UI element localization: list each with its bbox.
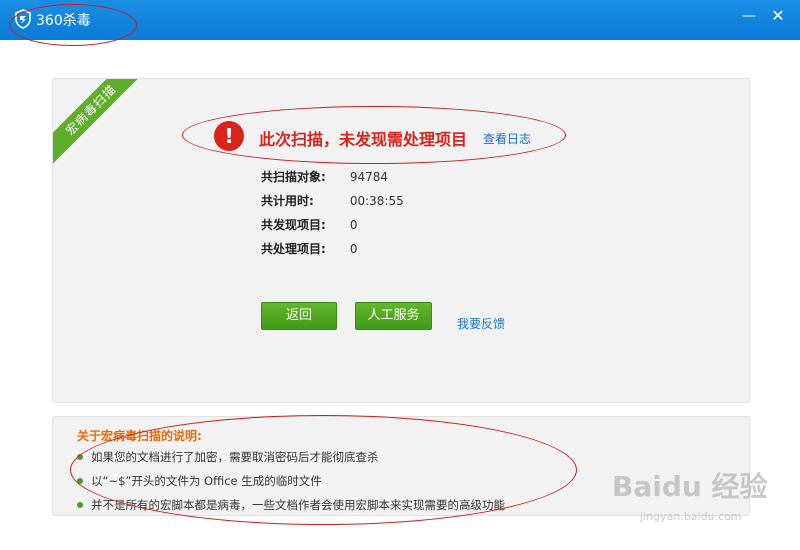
stat-label: 共处理项目: [261, 242, 326, 256]
manual-service-button[interactable]: 人工服务 [355, 302, 432, 330]
green-bullet-icon [77, 477, 83, 484]
info-item-text: 并不是所有的宏脚本都是病毒，一些文档作者会使用宏脚本来实现需要的高级功能 [91, 498, 505, 512]
info-item-text: 如果您的文档进行了加密，需要取消密码后才能彻底查杀 [91, 450, 379, 464]
baidu-watermark-url: jingyan.baidu.com [640, 510, 742, 523]
minimize-icon[interactable]: — [740, 7, 758, 25]
stat-value: 0 [349, 218, 358, 232]
scan-result-panel: 宏病毒扫描 ! 此次扫描，未发现需处理项目 查看日志 共扫描对象: 94784 … [52, 78, 750, 403]
stat-row-found: 共发现项目: 0 [261, 216, 357, 233]
stat-value: 94784 [349, 170, 389, 184]
view-log-link[interactable]: 查看日志 [483, 130, 531, 147]
360-shield-logo-icon [15, 9, 31, 29]
stat-value: 00:38:55 [349, 194, 404, 208]
stat-row-duration: 共计用时: 00:38:55 [261, 192, 404, 209]
baidu-watermark: Baidu 经验 [612, 470, 768, 503]
exclamation-alert-icon: ! [214, 121, 244, 151]
stat-label: 共发现项目: [261, 218, 326, 232]
title-bar: 360杀毒 — ✕ [0, 0, 800, 40]
info-item: 并不是所有的宏脚本都是病毒，一些文档作者会使用宏脚本来实现需要的高级功能 [77, 497, 505, 513]
feedback-link[interactable]: 我要反馈 [457, 315, 505, 332]
stat-label: 共扫描对象: [261, 170, 326, 184]
scan-type-ribbon: 宏病毒扫描 [53, 79, 156, 175]
green-bullet-icon [77, 501, 83, 508]
stat-value: 0 [349, 242, 358, 256]
app-title: 360杀毒 [36, 13, 91, 29]
info-title: 关于宏病毒扫描的说明: [77, 429, 202, 443]
info-item-text: 以“~$”开头的文件为 Office 生成的临时文件 [91, 474, 322, 488]
close-icon[interactable]: ✕ [769, 7, 787, 25]
scan-result-headline: 此次扫描，未发现需处理项目 [259, 130, 468, 149]
info-item: 如果您的文档进行了加密，需要取消密码后才能彻底查杀 [77, 449, 379, 465]
back-button[interactable]: 返回 [261, 302, 337, 330]
green-bullet-icon [77, 453, 83, 460]
stat-label: 共计用时: [261, 194, 314, 208]
info-item: 以“~$”开头的文件为 Office 生成的临时文件 [77, 473, 322, 489]
stat-row-scanned: 共扫描对象: 94784 [261, 168, 388, 185]
stat-row-handled: 共处理项目: 0 [261, 240, 357, 257]
